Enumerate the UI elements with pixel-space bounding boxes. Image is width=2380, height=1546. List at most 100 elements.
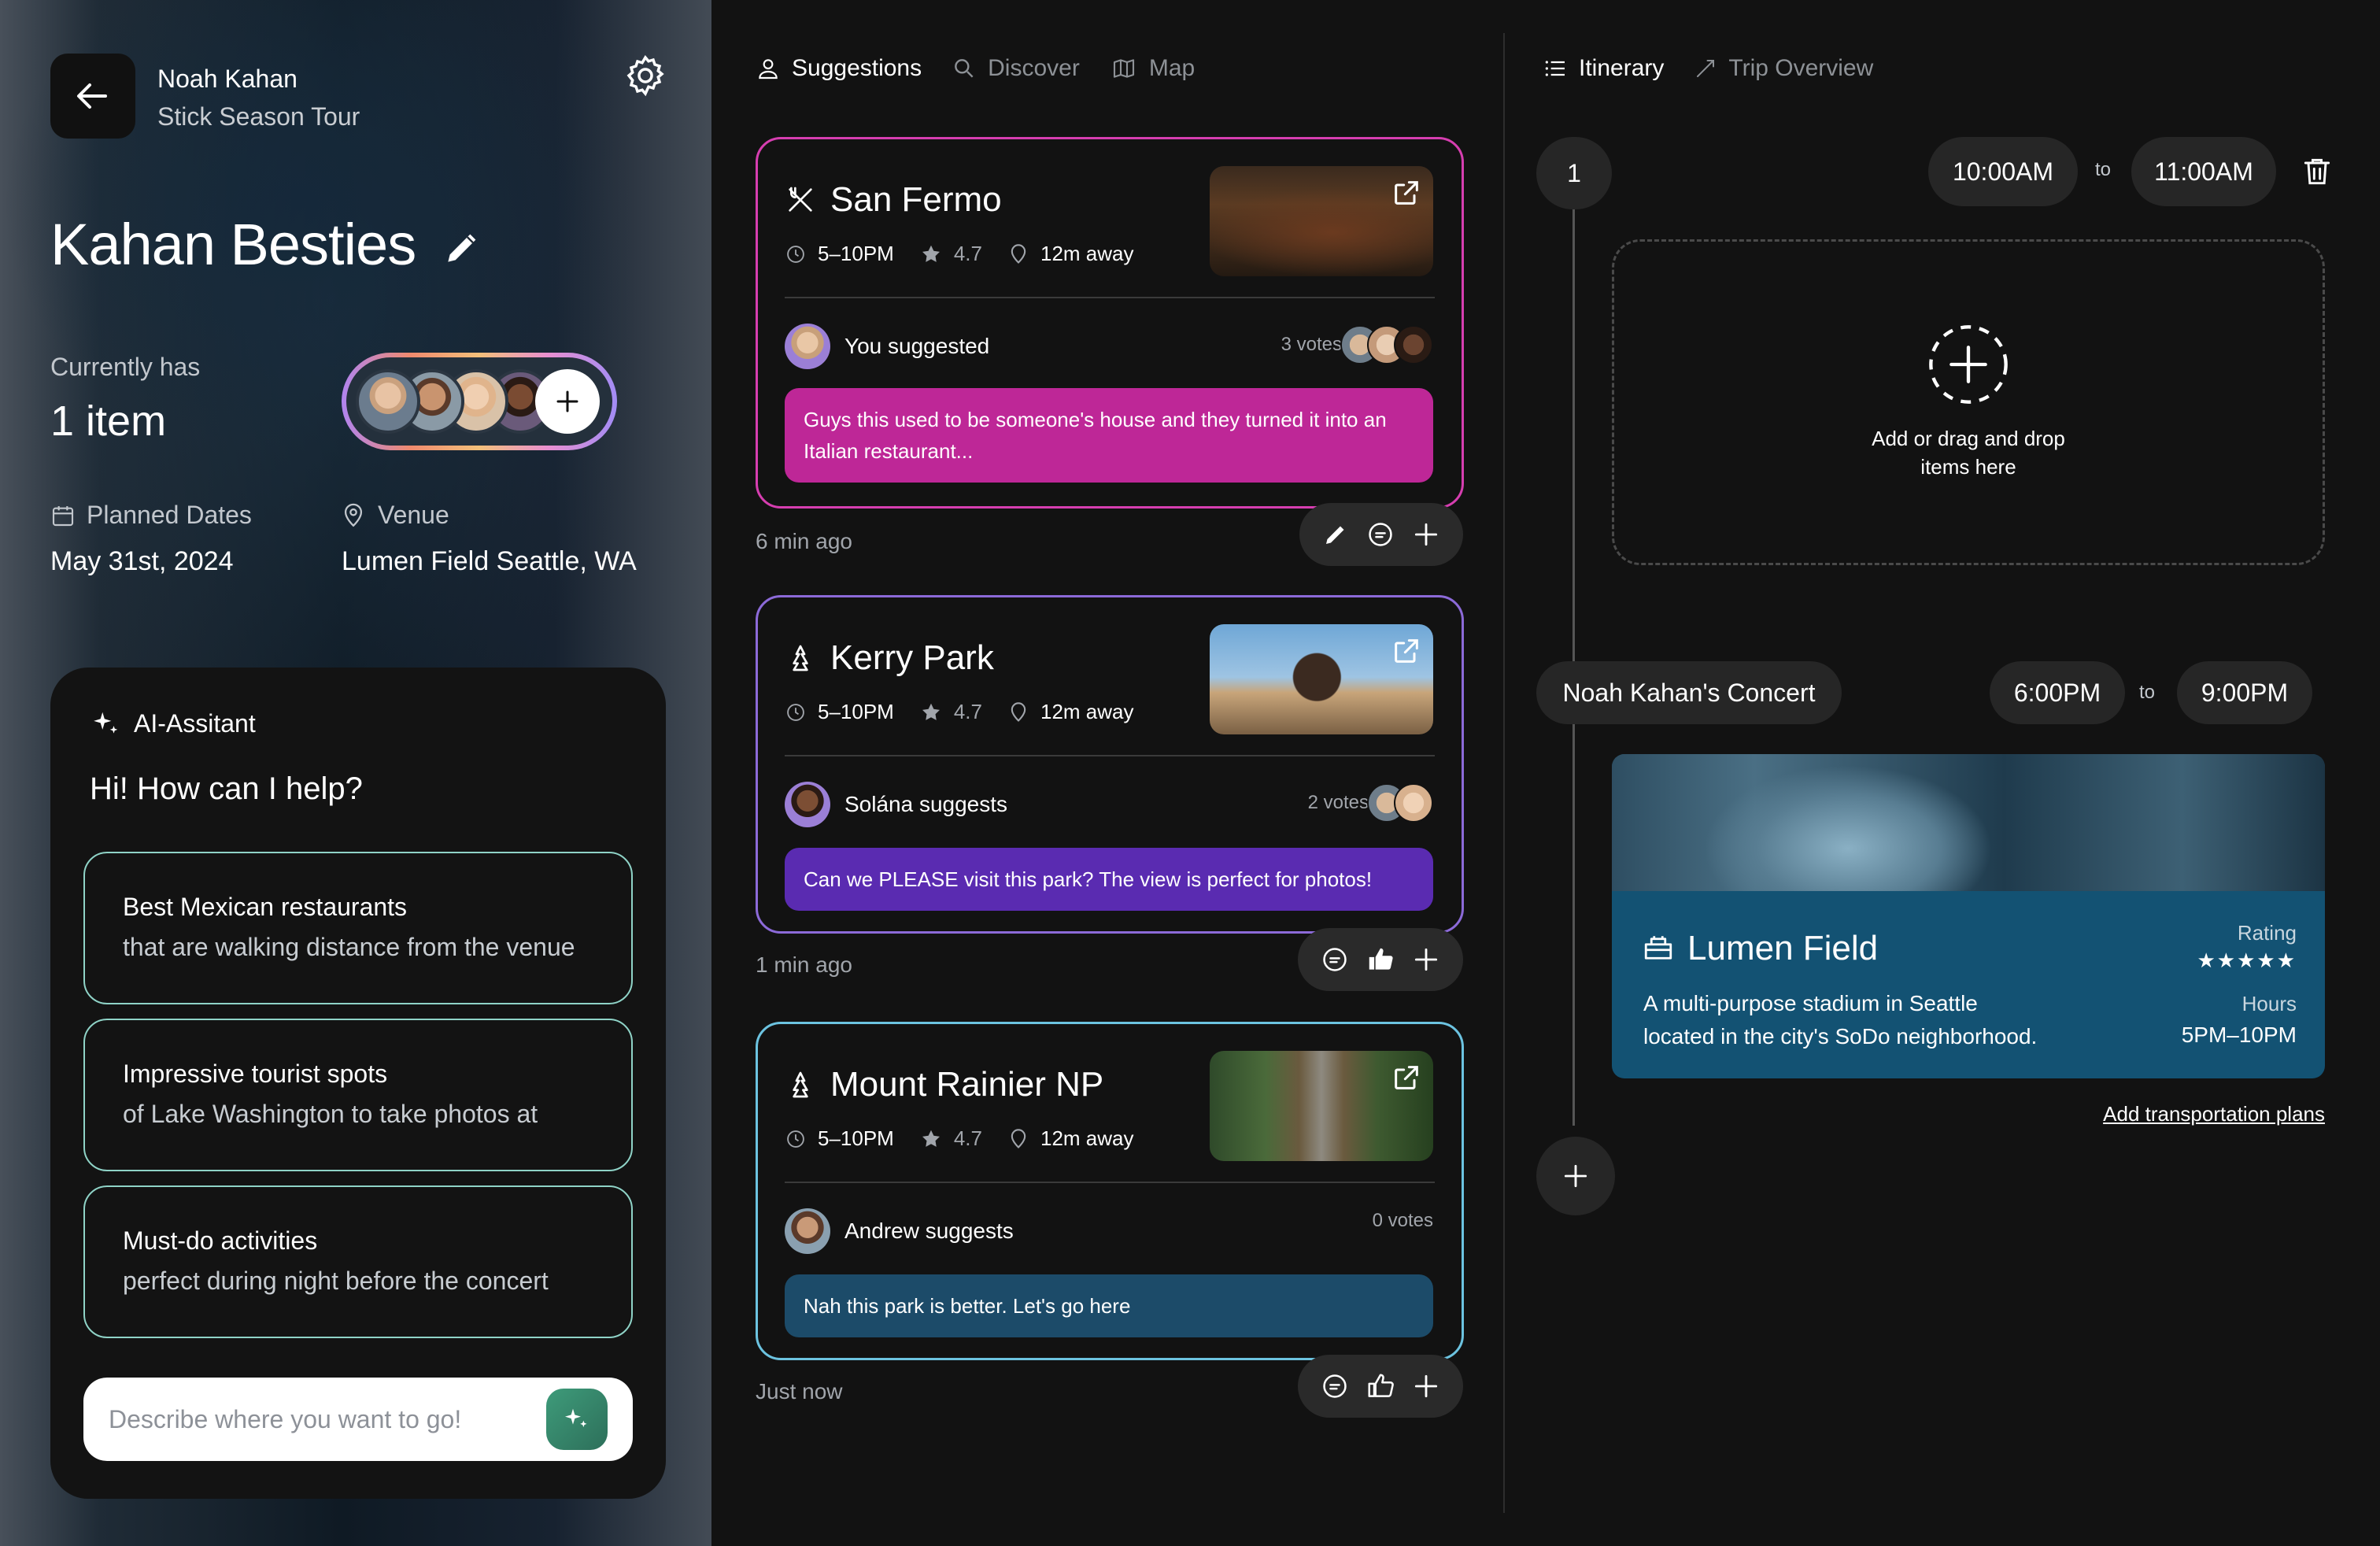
- ai-suggestion[interactable]: Best Mexican restaurants that are walkin…: [83, 852, 633, 1004]
- avatar: [1394, 325, 1433, 364]
- ai-suggestion[interactable]: Impressive tourist spots of Lake Washing…: [83, 1019, 633, 1171]
- suggestion-card[interactable]: San Fermo 5–10PM 4.7 12m away You sugges…: [756, 137, 1464, 566]
- card-timestamp: 1 min ago: [756, 952, 852, 977]
- venue-value: Lumen Field Seattle, WA: [342, 546, 637, 576]
- artist-name: Noah Kahan: [157, 65, 298, 93]
- clock-icon: [787, 1130, 804, 1148]
- venue-stats: Rating ★★★★★ Hours 5PM–10PM: [2182, 921, 2297, 1048]
- venue-card-header: Lumen Field: [1642, 929, 1878, 968]
- vote-count: 2 votes: [1307, 792, 1369, 813]
- card-actions: [1298, 928, 1463, 991]
- suggestion-title: Impressive tourist spots: [123, 1060, 388, 1088]
- delete-slot-button[interactable]: [2300, 154, 2334, 189]
- back-button[interactable]: [50, 54, 135, 139]
- thumbs-up-icon[interactable]: [1366, 1371, 1395, 1401]
- add-member-button[interactable]: [535, 369, 600, 434]
- plus-icon[interactable]: [1411, 520, 1441, 549]
- member-avatars[interactable]: [342, 353, 617, 450]
- slot-end-time[interactable]: 11:00AM: [2131, 137, 2276, 206]
- ai-assistant-title: AI-Assitant: [134, 708, 256, 738]
- venue-card[interactable]: Lumen Field A multi-purpose stadium in S…: [1612, 754, 2325, 1078]
- comment-icon[interactable]: [1320, 945, 1350, 975]
- trash-icon: [2304, 158, 2330, 185]
- dates-value: May 31st, 2024: [50, 546, 234, 576]
- user-icon: [759, 59, 778, 80]
- tour-name: Stick Season Tour: [157, 102, 360, 131]
- card-divider: [785, 755, 1435, 756]
- place-meta: 5–10PM 4.7 12m away: [785, 700, 1134, 724]
- stadium-icon: [1644, 936, 1672, 960]
- suggestion-card[interactable]: Mount Rainier NP 5–10PM 4.7 12m away And…: [756, 1022, 1464, 1418]
- tab-trip-overview-label: Trip Overview: [1728, 55, 1874, 81]
- place-rating: 4.7: [953, 700, 982, 723]
- itinerary-panel: Itinerary Trip Overview 1 10:00AM to 11:…: [1505, 0, 2380, 1546]
- plus-icon[interactable]: [1411, 945, 1441, 975]
- place-photo[interactable]: [1210, 624, 1433, 734]
- place-rating: 4.7: [953, 1126, 982, 1150]
- itinerary-dropzone[interactable]: Add or drag and drop items here: [1612, 239, 2325, 565]
- place-title: San Fermo: [830, 180, 1002, 219]
- group-title: Kahan Besties: [50, 212, 416, 277]
- add-transportation-link[interactable]: Add transportation plans: [2103, 1102, 2325, 1126]
- itinerary-tabs: Itinerary Trip Overview: [1543, 55, 1873, 82]
- place-title: Mount Rainier NP: [830, 1065, 1104, 1104]
- suggestion-detail: that are walking distance from the venue: [123, 933, 575, 961]
- suggester-name: You suggested: [844, 334, 990, 358]
- tab-discover[interactable]: Discover: [952, 55, 1080, 82]
- ai-suggestion[interactable]: Must-do activities perfect during night …: [83, 1185, 633, 1338]
- comment-icon[interactable]: [1320, 1371, 1350, 1401]
- add-slot-button[interactable]: [1536, 1137, 1615, 1215]
- slot-start-time[interactable]: 10:00AM: [1928, 137, 2078, 206]
- place-photo[interactable]: [1210, 166, 1433, 276]
- tab-discover-label: Discover: [988, 55, 1080, 81]
- vote-count: 0 votes: [1372, 1210, 1433, 1231]
- tab-map-label: Map: [1148, 55, 1196, 81]
- ai-prompt-field[interactable]: [83, 1378, 633, 1461]
- event-end-time[interactable]: 9:00PM: [2177, 661, 2312, 724]
- avatar: [356, 369, 420, 434]
- tab-trip-overview[interactable]: Trip Overview: [1694, 55, 1873, 82]
- place-photo[interactable]: [1210, 1051, 1433, 1161]
- plus-icon[interactable]: [1411, 1371, 1441, 1401]
- place-distance: 12m away: [1040, 1126, 1134, 1150]
- suggestion-title: Must-do activities: [123, 1226, 318, 1255]
- settings-button[interactable]: [622, 52, 669, 99]
- tab-itinerary[interactable]: Itinerary: [1543, 55, 1664, 82]
- dropzone-text: Add or drag and drop: [1872, 427, 2065, 450]
- thumbs-up-filled-icon[interactable]: [1366, 945, 1395, 975]
- ai-greeting: Hi! How can I help?: [90, 771, 363, 806]
- suggestion-message: Nah this park is better. Let's go here: [785, 1274, 1433, 1337]
- suggestion-card[interactable]: Kerry Park 5–10PM 4.7 12m away Solána su…: [756, 595, 1464, 991]
- timeline-line: [1572, 165, 1575, 1126]
- ai-prompt-input[interactable]: [109, 1404, 518, 1434]
- tab-itinerary-label: Itinerary: [1579, 55, 1665, 81]
- ai-send-button[interactable]: [546, 1389, 608, 1450]
- star-icon: [922, 1130, 940, 1147]
- avatar: [785, 324, 830, 369]
- add-circle-icon[interactable]: [1927, 324, 2009, 405]
- card-timestamp: Just now: [756, 1379, 843, 1404]
- gear-icon: [626, 54, 664, 97]
- voter-avatars: [1340, 325, 1433, 364]
- tab-map[interactable]: Map: [1110, 55, 1195, 82]
- hours-label: Hours: [2241, 992, 2297, 1015]
- external-link-icon[interactable]: [1391, 635, 1422, 667]
- external-link-icon[interactable]: [1391, 1062, 1422, 1093]
- calendar-icon: [52, 505, 74, 526]
- tab-suggestions[interactable]: Suggestions: [756, 55, 922, 82]
- suggestion-message: Guys this used to be someone's house and…: [785, 388, 1433, 483]
- suggestion-detail: perfect during night before the concert: [123, 1267, 549, 1295]
- external-link-icon[interactable]: [1391, 177, 1422, 209]
- pencil-icon: [448, 234, 476, 262]
- comment-icon[interactable]: [1366, 520, 1395, 549]
- concert-photo: [1612, 754, 2325, 891]
- suggestions-tabs: Suggestions Discover Map: [756, 55, 1195, 82]
- location-pin-icon: [344, 503, 363, 527]
- event-name-pill[interactable]: Noah Kahan's Concert: [1536, 661, 1842, 724]
- edit-title-button[interactable]: [441, 225, 485, 269]
- place-title: Kerry Park: [830, 638, 994, 677]
- plus-icon: [556, 390, 578, 412]
- venue-description-line: A multi-purpose stadium in Seattle: [1643, 991, 1978, 1015]
- event-start-time[interactable]: 6:00PM: [1990, 661, 2125, 724]
- pencil-icon[interactable]: [1321, 520, 1350, 549]
